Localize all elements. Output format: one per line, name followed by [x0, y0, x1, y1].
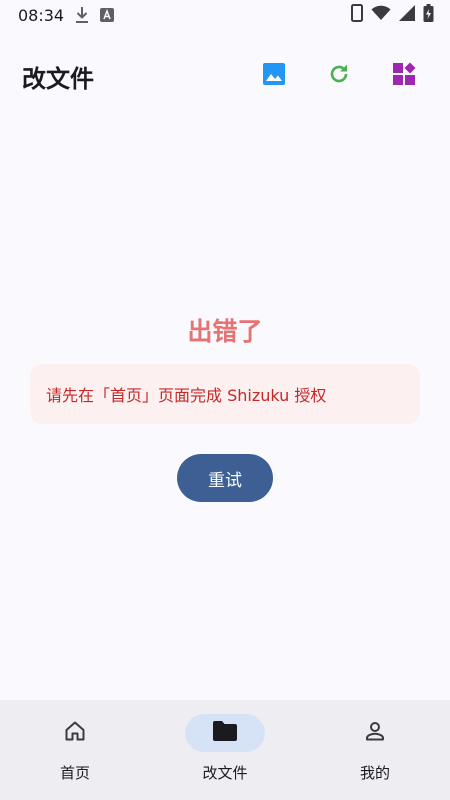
nav-label-home: 首页 [59, 764, 90, 782]
status-time: 08:34 [18, 5, 65, 25]
folder-icon [212, 720, 238, 746]
error-title: 出错了 [187, 317, 263, 346]
nav-item-profile[interactable]: 我的 [300, 700, 450, 800]
image-icon [262, 62, 286, 90]
widgets-icon [392, 62, 416, 90]
phone-icon [351, 4, 363, 26]
refresh-icon [327, 62, 351, 90]
signal-icon [399, 5, 415, 25]
retry-button[interactable]: 重试 [177, 454, 273, 502]
error-card: 请先在「首页」页面完成 Shizuku 授权 [30, 364, 420, 424]
nav-indicator [35, 714, 115, 752]
nav-label-files: 改文件 [202, 764, 248, 782]
page-title: 改文件 [22, 64, 94, 93]
a-app-icon [100, 8, 115, 22]
error-message: 请先在「首页」页面完成 Shizuku 授权 [46, 386, 327, 405]
home-icon [63, 719, 87, 747]
nav-label-profile: 我的 [359, 764, 390, 782]
refresh-button[interactable] [315, 52, 363, 100]
image-button[interactable] [250, 52, 298, 100]
app-bar-actions [233, 52, 428, 100]
bottom-navigation: 首页 改文件 我的 [0, 700, 450, 800]
nav-item-home[interactable]: 首页 [0, 700, 150, 800]
person-icon [363, 719, 387, 747]
wifi-icon [371, 5, 391, 25]
top-app-bar: 改文件 [0, 44, 450, 108]
download-icon [74, 6, 90, 24]
nav-indicator [335, 714, 415, 752]
battery-charging-icon [423, 4, 434, 26]
nav-indicator-active [185, 714, 265, 752]
nav-item-files[interactable]: 改文件 [150, 700, 300, 800]
widgets-button[interactable] [380, 52, 428, 100]
status-bar: 08:34 [0, 0, 450, 30]
